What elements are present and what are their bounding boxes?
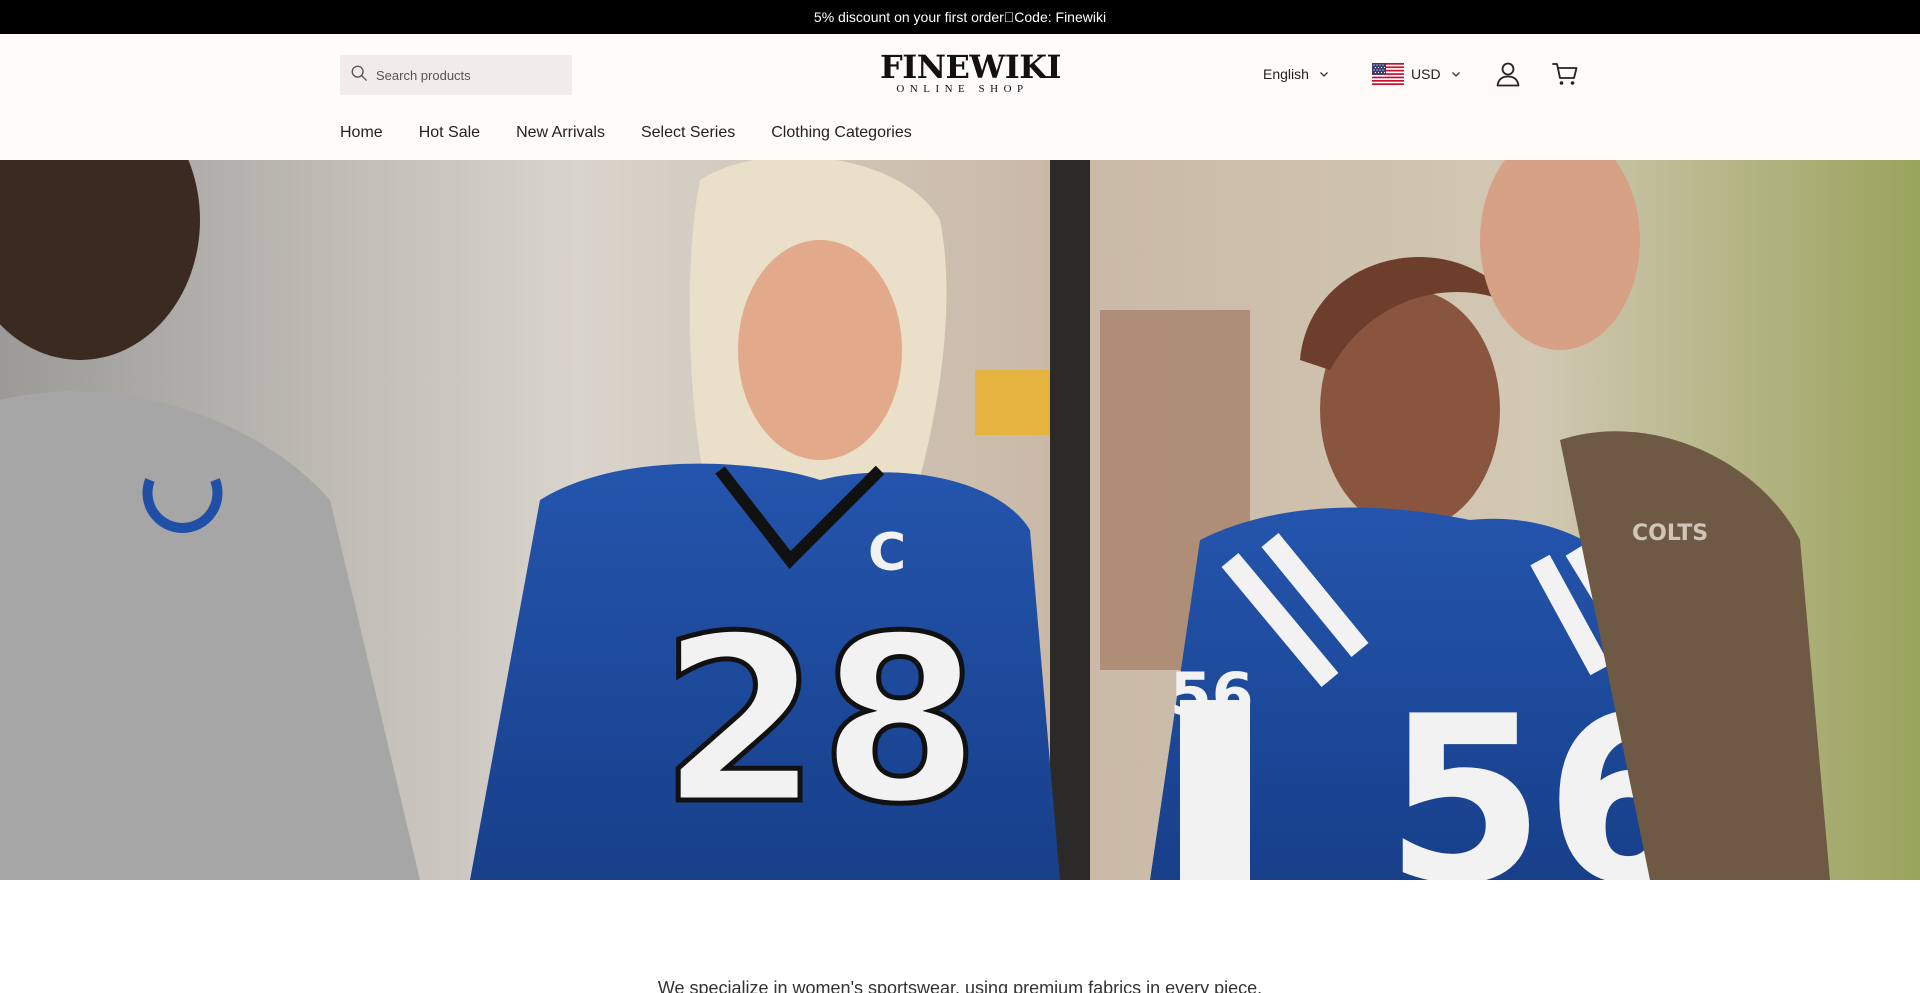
hero-image: 28 C 56 56 COLTS	[0, 160, 1920, 880]
cart-icon[interactable]	[1551, 60, 1579, 88]
language-selector[interactable]: English	[1263, 63, 1329, 85]
search-box[interactable]	[340, 55, 572, 95]
right-man-shirt-text: COLTS	[1632, 521, 1708, 546]
captain-patch: C	[868, 523, 906, 583]
chevron-down-icon	[1451, 72, 1460, 77]
account-icon[interactable]	[1494, 60, 1522, 88]
chevron-down-icon	[1319, 72, 1328, 77]
announcement-text: 5% discount on your first order Code: Fi…	[813, 9, 1107, 25]
nav-item-home[interactable]: Home	[340, 124, 383, 142]
main-nav: Home Hot Sale New Arrivals Select Series…	[340, 122, 912, 144]
announcement-bar: 5% discount on your first order Code: Fi…	[0, 0, 1920, 34]
site-logo[interactable]: FINEWIKI ONLINE SHOP	[880, 48, 1062, 96]
logo-brand: FINEWIKI	[880, 48, 1062, 86]
search-input[interactable]	[376, 67, 566, 83]
us-flag-icon	[1372, 63, 1404, 85]
sleeve-number: 56	[1170, 660, 1254, 730]
center-jersey-number: 28	[660, 588, 980, 855]
nav-item-select-series[interactable]: Select Series	[641, 124, 735, 142]
center-person-face	[738, 240, 902, 460]
nav-item-hot-sale[interactable]: Hot Sale	[419, 124, 480, 142]
intro-text: We specialize in women's sportswear, usi…	[657, 978, 1263, 993]
street-pole	[1050, 160, 1090, 880]
currency-selector[interactable]: USD	[1372, 63, 1461, 85]
nav-item-new-arrivals[interactable]: New Arrivals	[516, 124, 605, 142]
site-header: FINEWIKI ONLINE SHOP English USD	[0, 34, 1920, 160]
language-label: English	[1263, 66, 1309, 82]
nav-item-clothing-categories[interactable]: Clothing Categories	[771, 124, 912, 142]
search-icon[interactable]	[350, 64, 368, 87]
street-sign	[975, 370, 1050, 435]
logo-tagline: ONLINE SHOP	[896, 83, 1029, 95]
hero-banner[interactable]: 28 C 56 56 COLTS	[0, 160, 1920, 880]
currency-label: USD	[1411, 66, 1441, 82]
